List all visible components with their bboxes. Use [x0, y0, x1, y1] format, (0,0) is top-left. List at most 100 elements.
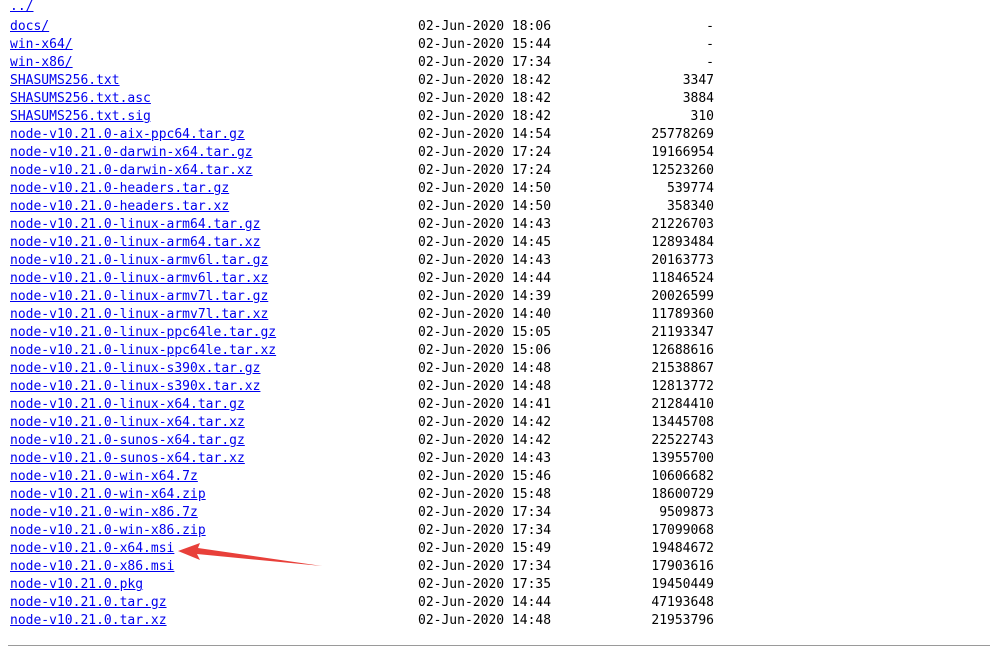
file-link[interactable]: node-v10.21.0-win-x64.7z: [10, 468, 198, 486]
file-date: 02-Jun-2020 14:40: [418, 307, 552, 322]
file-size: 17099068: [651, 523, 714, 538]
file-link[interactable]: node-v10.21.0-darwin-x64.tar.xz: [10, 162, 253, 180]
file-size: 22522743: [651, 433, 714, 448]
file-link[interactable]: SHASUMS256.txt.sig: [10, 108, 151, 126]
file-link[interactable]: node-v10.21.0-linux-armv6l.tar.gz: [10, 252, 268, 270]
file-link[interactable]: node-v10.21.0-darwin-x64.tar.gz: [10, 144, 253, 162]
file-size: 20026599: [651, 289, 714, 304]
file-size: 25778269: [651, 127, 714, 142]
file-date: 02-Jun-2020 14:54: [418, 127, 552, 142]
file-link[interactable]: node-v10.21.0-linux-arm64.tar.xz: [10, 234, 260, 252]
file-size: 12688616: [651, 343, 714, 358]
file-date: 02-Jun-2020 17:24: [418, 163, 552, 178]
file-size: 47193648: [651, 595, 714, 610]
file-size: 3347: [682, 73, 714, 88]
file-link[interactable]: node-v10.21.0-headers.tar.xz: [10, 198, 229, 216]
file-link[interactable]: node-v10.21.0-win-x86.zip: [10, 522, 206, 540]
file-size: 21226703: [651, 217, 714, 232]
file-link[interactable]: node-v10.21.0-x86.msi: [10, 558, 174, 576]
file-date: 02-Jun-2020 14:42: [418, 433, 552, 448]
listing-row: node-v10.21.0-darwin-x64.tar.xz 02-Jun-20…: [10, 162, 990, 180]
file-size: 12813772: [651, 379, 714, 394]
file-date: 02-Jun-2020 14:44: [418, 595, 552, 610]
file-link[interactable]: node-v10.21.0-linux-x64.tar.xz: [10, 414, 245, 432]
parent-directory-link[interactable]: ../: [10, 0, 33, 16]
file-link[interactable]: node-v10.21.0-win-x64.zip: [10, 486, 206, 504]
file-link[interactable]: node-v10.21.0-linux-arm64.tar.gz: [10, 216, 260, 234]
file-link[interactable]: node-v10.21.0-sunos-x64.tar.xz: [10, 450, 245, 468]
file-date: 02-Jun-2020 15:48: [418, 487, 552, 502]
file-date: 02-Jun-2020 14:43: [418, 253, 552, 268]
file-date: 02-Jun-2020 14:48: [418, 379, 552, 394]
file-link[interactable]: node-v10.21.0-linux-ppc64le.tar.gz: [10, 324, 276, 342]
listing-row: node-v10.21.0-sunos-x64.tar.xz 02-Jun-202…: [10, 450, 990, 468]
file-size: 19166954: [651, 145, 714, 160]
file-link[interactable]: node-v10.21.0-headers.tar.gz: [10, 180, 229, 198]
file-link[interactable]: node-v10.21.0-linux-armv6l.tar.xz: [10, 270, 268, 288]
file-link[interactable]: node-v10.21.0-linux-s390x.tar.xz: [10, 378, 260, 396]
file-link[interactable]: node-v10.21.0.tar.xz: [10, 612, 167, 630]
file-link[interactable]: node-v10.21.0-aix-ppc64.tar.gz: [10, 126, 245, 144]
file-date: 02-Jun-2020 18:42: [418, 73, 552, 88]
listing-row: node-v10.21.0-win-x86.7z 02-Jun-2020 17:3…: [10, 504, 990, 522]
file-link[interactable]: node-v10.21.0-linux-armv7l.tar.xz: [10, 306, 268, 324]
file-date: 02-Jun-2020 17:34: [418, 55, 552, 70]
file-link[interactable]: node-v10.21.0-linux-s390x.tar.gz: [10, 360, 260, 378]
file-date: 02-Jun-2020 14:48: [418, 613, 552, 628]
file-link[interactable]: node-v10.21.0-linux-ppc64le.tar.xz: [10, 342, 276, 360]
file-size: 19450449: [651, 577, 714, 592]
file-size: 13955700: [651, 451, 714, 466]
file-link[interactable]: node-v10.21.0.pkg: [10, 576, 143, 594]
file-link[interactable]: node-v10.21.0.tar.gz: [10, 594, 167, 612]
file-size: 11789360: [651, 307, 714, 322]
file-link[interactable]: node-v10.21.0-linux-x64.tar.gz: [10, 396, 245, 414]
file-date: 02-Jun-2020 15:05: [418, 325, 552, 340]
file-size: 12523260: [651, 163, 714, 178]
file-link[interactable]: docs/: [10, 18, 49, 36]
file-date: 02-Jun-2020 14:43: [418, 217, 552, 232]
file-date: 02-Jun-2020 18:42: [418, 109, 552, 124]
file-link[interactable]: SHASUMS256.txt: [10, 72, 120, 90]
listing-row: node-v10.21.0-linux-arm64.tar.gz 02-Jun-2…: [10, 216, 990, 234]
file-size: 12893484: [651, 235, 714, 250]
file-date: 02-Jun-2020 17:35: [418, 577, 552, 592]
file-date: 02-Jun-2020 14:42: [418, 415, 552, 430]
listing-row: docs/02-Jun-2020 18:06 -: [10, 18, 990, 36]
file-link[interactable]: node-v10.21.0-win-x86.7z: [10, 504, 198, 522]
file-size: -: [706, 55, 714, 70]
file-date: 02-Jun-2020 14:44: [418, 271, 552, 286]
footer-divider: [8, 645, 990, 646]
file-date: 02-Jun-2020 15:46: [418, 469, 552, 484]
listing-row: node-v10.21.0-linux-armv6l.tar.gz 02-Jun-…: [10, 252, 990, 270]
listing-row: node-v10.21.0-headers.tar.gz 02-Jun-2020 …: [10, 180, 990, 198]
file-size: 10606682: [651, 469, 714, 484]
file-link[interactable]: SHASUMS256.txt.asc: [10, 90, 151, 108]
file-date: 02-Jun-2020 14:50: [418, 199, 552, 214]
file-date: 02-Jun-2020 18:42: [418, 91, 552, 106]
listing-row: node-v10.21.0-linux-armv7l.tar.gz 02-Jun-…: [10, 288, 990, 306]
file-link[interactable]: node-v10.21.0-sunos-x64.tar.gz: [10, 432, 245, 450]
file-date: 02-Jun-2020 17:34: [418, 559, 552, 574]
listing-row: node-v10.21.0.tar.gz 02-Jun-2020 14:44 471…: [10, 594, 990, 612]
file-link[interactable]: node-v10.21.0-linux-armv7l.tar.gz: [10, 288, 268, 306]
listing-row: win-x86/02-Jun-2020 17:34 -: [10, 54, 990, 72]
file-date: 02-Jun-2020 15:49: [418, 541, 552, 556]
file-size: 358340: [667, 199, 714, 214]
file-link[interactable]: win-x86/: [10, 54, 73, 72]
file-size: -: [706, 37, 714, 52]
file-size: 9509873: [659, 505, 714, 520]
file-date: 02-Jun-2020 15:06: [418, 343, 552, 358]
file-date: 02-Jun-2020 14:39: [418, 289, 552, 304]
listing-row: node-v10.21.0-headers.tar.xz 02-Jun-2020 …: [10, 198, 990, 216]
listing-row: node-v10.21.0-darwin-x64.tar.gz 02-Jun-20…: [10, 144, 990, 162]
listing-row: node-v10.21.0-aix-ppc64.tar.gz 02-Jun-202…: [10, 126, 990, 144]
file-date: 02-Jun-2020 14:45: [418, 235, 552, 250]
listing-row: node-v10.21.0-linux-arm64.tar.xz 02-Jun-2…: [10, 234, 990, 252]
listing-row: node-v10.21.0-linux-s390x.tar.xz 02-Jun-2…: [10, 378, 990, 396]
listing-row: node-v10.21.0-linux-ppc64le.tar.gz 02-Jun…: [10, 324, 990, 342]
listing-row: node-v10.21.0-linux-s390x.tar.gz 02-Jun-2…: [10, 360, 990, 378]
file-link[interactable]: node-v10.21.0-x64.msi: [10, 540, 174, 558]
file-size: 539774: [667, 181, 714, 196]
file-link[interactable]: win-x64/: [10, 36, 73, 54]
file-date: 02-Jun-2020 15:44: [418, 37, 552, 52]
